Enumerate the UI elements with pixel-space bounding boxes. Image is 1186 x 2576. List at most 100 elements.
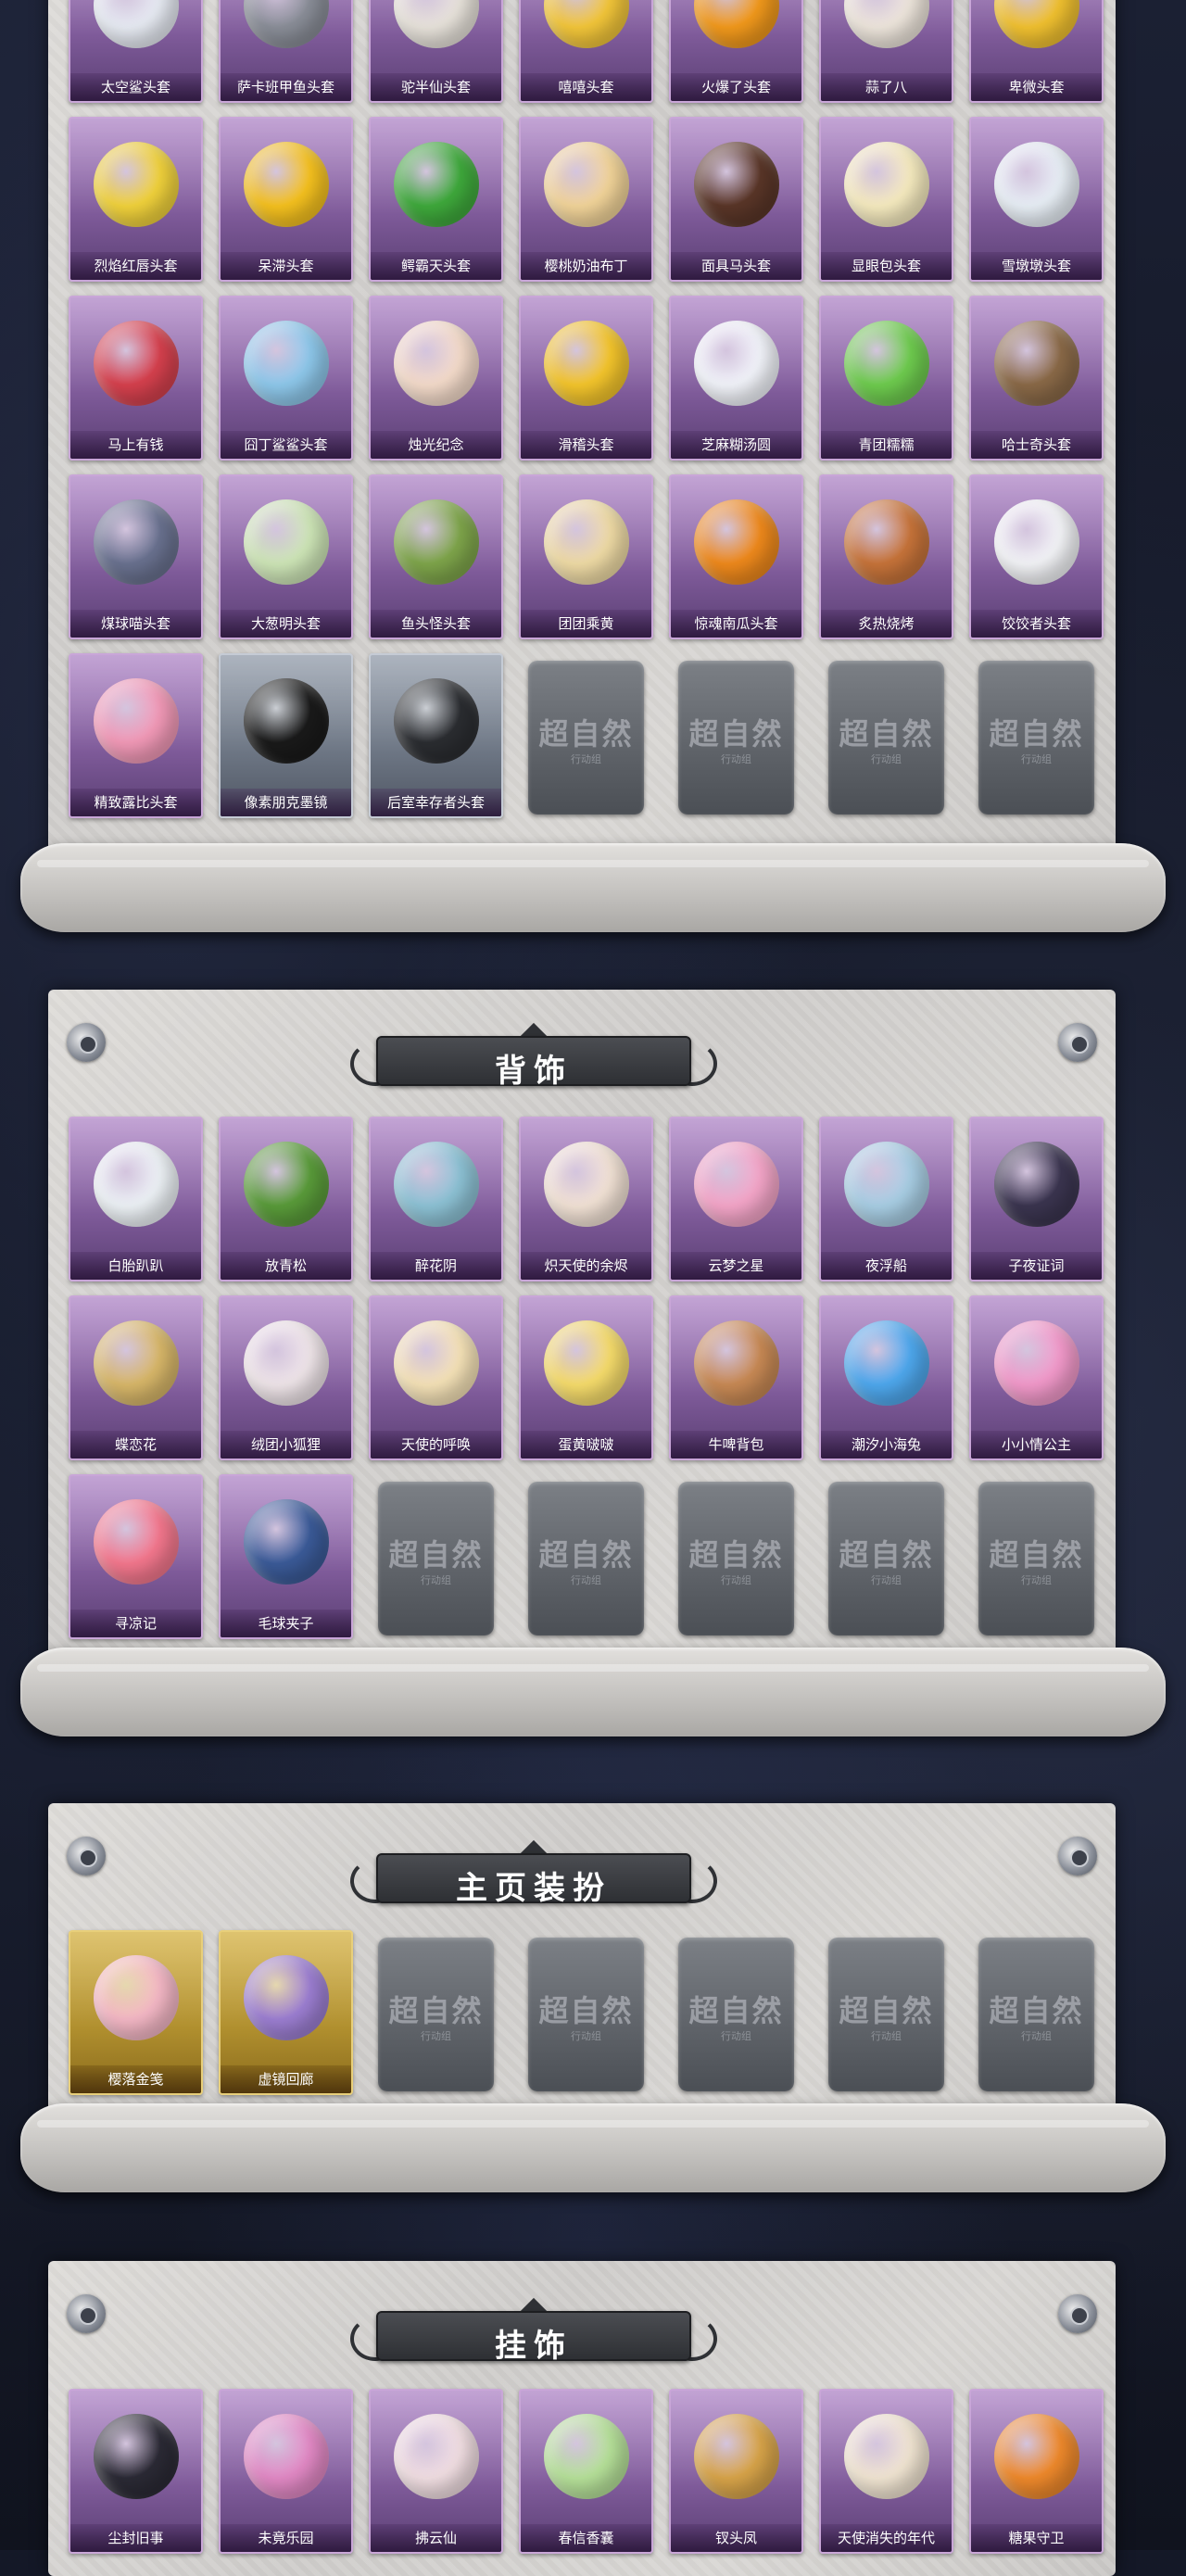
item-label: 囧丁鲨鲨头套: [221, 431, 351, 459]
game-logo-watermark: 超自然: [688, 1993, 784, 2028]
inventory-item[interactable]: 滑稽头套: [519, 296, 653, 461]
inventory-item[interactable]: 潮汐小海兔: [819, 1295, 953, 1460]
inventory-item[interactable]: 烈焰红唇头套: [69, 117, 203, 282]
inventory-item[interactable]: 糖果守卫: [969, 2389, 1104, 2554]
inventory-item[interactable]: 萨卡班甲鱼头套: [219, 0, 353, 103]
item-thumbnail-icon: [843, 1320, 929, 1406]
inventory-item[interactable]: 团团乘黄: [519, 474, 653, 639]
rivet-icon: [1058, 2294, 1097, 2333]
item-thumbnail-icon: [243, 2414, 329, 2499]
inventory-item[interactable]: 鳄霸天头套: [369, 117, 503, 282]
inventory-item[interactable]: 鱼头怪头套: [369, 474, 503, 639]
item-label: 炙热烧烤: [821, 610, 952, 638]
game-logo-subtitle: 行动组: [871, 2031, 902, 2042]
item-card: 牛啤背包: [669, 1295, 803, 1460]
inventory-item[interactable]: 放青松: [219, 1117, 353, 1282]
inventory-item[interactable]: 天使消失的年代: [819, 2389, 953, 2554]
inventory-item[interactable]: 小小情公主: [969, 1295, 1104, 1460]
item-label: 青团糯糯: [821, 431, 952, 459]
item-label: 天使消失的年代: [821, 2524, 952, 2552]
item-label: 芝麻糊汤圆: [671, 431, 801, 459]
inventory-item[interactable]: 天使的呼唤: [369, 1295, 503, 1460]
item-label: 未竟乐园: [221, 2524, 351, 2552]
inventory-item[interactable]: 樱桃奶油布丁: [519, 117, 653, 282]
item-card: 萨卡班甲鱼头套: [219, 0, 353, 103]
inventory-item[interactable]: 烛光纪念: [369, 296, 503, 461]
item-thumbnail-icon: [93, 678, 179, 764]
item-thumbnail-icon: [543, 321, 629, 406]
inventory-item[interactable]: 面具马头套: [669, 117, 803, 282]
inventory-item[interactable]: 驼半仙头套: [369, 0, 503, 103]
inventory-item[interactable]: 蒜了八: [819, 0, 953, 103]
item-card: 呆滞头套: [219, 117, 353, 282]
empty-slot: 超自然 行动组: [669, 1930, 803, 2095]
item-label: 虚镜回廊: [221, 2065, 351, 2093]
game-logo-watermark: 超自然: [388, 1537, 484, 1572]
inventory-item[interactable]: 青团糯糯: [819, 296, 953, 461]
item-thumbnail-icon: [843, 142, 929, 227]
item-thumbnail-icon: [693, 1320, 779, 1406]
game-logo-subtitle: 行动组: [571, 754, 601, 765]
item-thumbnail-icon: [543, 0, 629, 48]
game-logo-subtitle: 行动组: [721, 754, 751, 765]
item-card: 樱落金笺: [69, 1930, 203, 2095]
game-logo-subtitle: 行动组: [871, 1575, 902, 1586]
item-thumbnail-icon: [93, 499, 179, 585]
inventory-item[interactable]: 火爆了头套: [669, 0, 803, 103]
inventory-item[interactable]: 云梦之星: [669, 1117, 803, 1282]
inventory-item[interactable]: 虚镜回廊: [219, 1930, 353, 2095]
empty-slot: 超自然 行动组: [969, 653, 1104, 818]
inventory-item[interactable]: 蝶恋花: [69, 1295, 203, 1460]
inventory-item[interactable]: 囧丁鲨鲨头套: [219, 296, 353, 461]
inventory-item[interactable]: 蛋黄啵啵: [519, 1295, 653, 1460]
item-thumbnail-icon: [843, 2414, 929, 2499]
inventory-item[interactable]: 毛球夹子: [219, 1474, 353, 1639]
game-logo-watermark: 超自然: [538, 1537, 634, 1572]
inventory-item[interactable]: 显眼包头套: [819, 117, 953, 282]
inventory-item[interactable]: 哈士奇头套: [969, 296, 1104, 461]
inventory-item[interactable]: 拂云仙: [369, 2389, 503, 2554]
inventory-item[interactable]: 后室幸存者头套: [369, 653, 503, 818]
item-thumbnail-icon: [393, 1320, 479, 1406]
inventory-item[interactable]: 雪墩墩头套: [969, 117, 1104, 282]
inventory-item[interactable]: 惊魂南瓜头套: [669, 474, 803, 639]
inventory-item[interactable]: 牛啤背包: [669, 1295, 803, 1460]
inventory-item[interactable]: 钗头凤: [669, 2389, 803, 2554]
empty-slot-placeholder: 超自然 行动组: [978, 1938, 1094, 2091]
inventory-item[interactable]: 白胎趴趴: [69, 1117, 203, 1282]
inventory-item[interactable]: 大葱明头套: [219, 474, 353, 639]
inventory-item[interactable]: 子夜证词: [969, 1117, 1104, 1282]
inventory-item[interactable]: 炙热烧烤: [819, 474, 953, 639]
inventory-item[interactable]: 未竟乐园: [219, 2389, 353, 2554]
item-card: 嘻嘻头套: [519, 0, 653, 103]
inventory-item[interactable]: 精致露比头套: [69, 653, 203, 818]
item-label: 糖果守卫: [971, 2524, 1102, 2552]
inventory-item[interactable]: 马上有钱: [69, 296, 203, 461]
inventory-item[interactable]: 春信香囊: [519, 2389, 653, 2554]
item-thumbnail-icon: [693, 1142, 779, 1227]
inventory-item[interactable]: 嘻嘻头套: [519, 0, 653, 103]
inventory-item[interactable]: 呆滞头套: [219, 117, 353, 282]
item-card: 显眼包头套: [819, 117, 953, 282]
inventory-item[interactable]: 绒团小狐狸: [219, 1295, 353, 1460]
inventory-item[interactable]: 寻凉记: [69, 1474, 203, 1639]
inventory-item[interactable]: 樱落金笺: [69, 1930, 203, 2095]
inventory-item[interactable]: 尘封旧事: [69, 2389, 203, 2554]
inventory-item[interactable]: 醉花阴: [369, 1117, 503, 1282]
inventory-item[interactable]: 太空鲨头套: [69, 0, 203, 103]
inventory-item[interactable]: 炽天使的余烬: [519, 1117, 653, 1282]
inventory-item[interactable]: 饺饺者头套: [969, 474, 1104, 639]
inventory-item[interactable]: 像素朋克墨镜: [219, 653, 353, 818]
empty-slot: 超自然 行动组: [669, 1474, 803, 1639]
empty-slot: 超自然 行动组: [519, 1930, 653, 2095]
inventory-item[interactable]: 卑微头套: [969, 0, 1104, 103]
item-card: 火爆了头套: [669, 0, 803, 103]
scroll-bottom-homepage: [20, 2103, 1166, 2192]
inventory-item[interactable]: 芝麻糊汤圆: [669, 296, 803, 461]
inventory-item[interactable]: 煤球喵头套: [69, 474, 203, 639]
item-thumbnail-icon: [543, 1320, 629, 1406]
inventory-item[interactable]: 夜浮船: [819, 1117, 953, 1282]
item-card: 哈士奇头套: [969, 296, 1104, 461]
item-card: 烛光纪念: [369, 296, 503, 461]
item-card: 鳄霸天头套: [369, 117, 503, 282]
